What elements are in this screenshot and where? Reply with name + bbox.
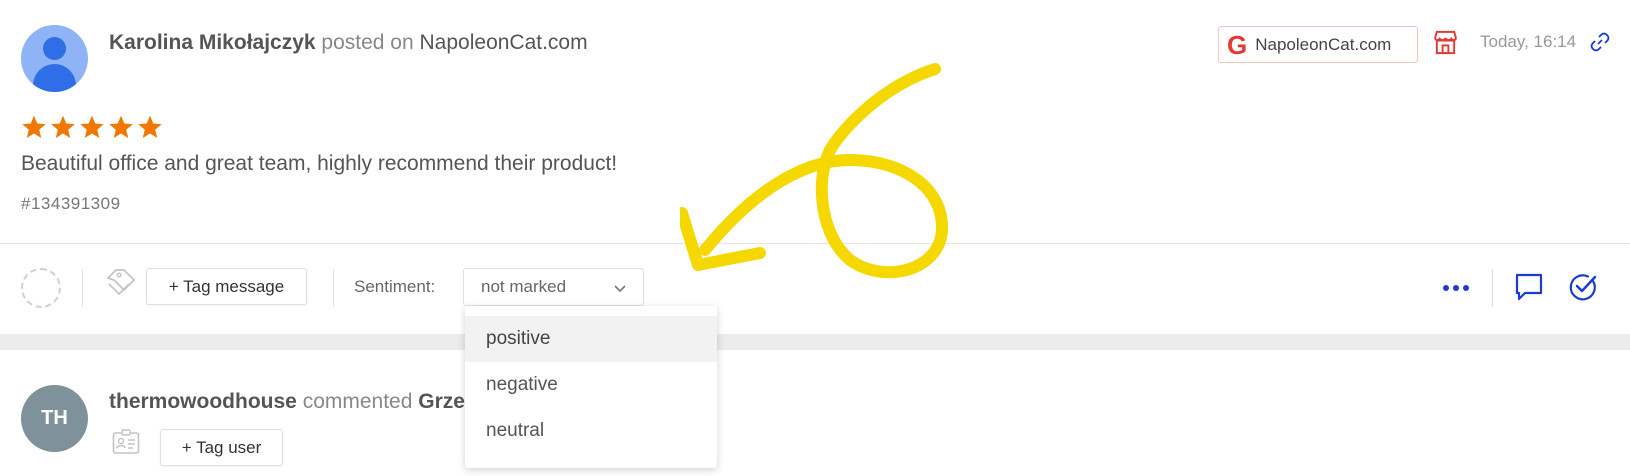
divider	[1492, 269, 1493, 307]
reply-bubble-icon[interactable]	[1514, 272, 1544, 302]
sentiment-dropdown-menu: positive negative neutral	[465, 306, 717, 468]
rating-stars	[21, 114, 163, 140]
sentiment-option-neutral[interactable]: neutral	[465, 408, 717, 454]
star-icon	[22, 115, 46, 139]
avatar-head	[43, 37, 66, 60]
platform-badge-label: NapoleonCat.com	[1255, 34, 1392, 54]
post-action: posted on	[321, 31, 414, 54]
tag-icon[interactable]	[104, 266, 138, 300]
star-icon	[51, 115, 75, 139]
comment-target[interactable]: Grze	[418, 390, 465, 413]
star-icon	[109, 115, 133, 139]
store-icon[interactable]	[1432, 29, 1459, 56]
sentiment-select-value: not marked	[481, 277, 567, 296]
avatar-body	[33, 64, 76, 92]
post-card: Karolina Mikołajczyk posted on NapoleonC…	[0, 0, 1630, 334]
author-name[interactable]: Karolina Mikołajczyk	[109, 31, 316, 54]
review-text: Beautiful office and great team, highly …	[21, 152, 618, 175]
sentiment-select[interactable]: not marked	[463, 268, 644, 306]
google-icon: G	[1227, 29, 1248, 60]
status-circle-icon[interactable]	[21, 268, 61, 308]
star-icon	[80, 115, 104, 139]
contact-card-icon[interactable]	[112, 429, 140, 455]
comment-header: thermowoodhouse commented Grze	[109, 390, 465, 414]
message-id: #134391309	[21, 194, 121, 213]
sentiment-label: Sentiment:	[354, 277, 436, 296]
more-dots-icon[interactable]	[1442, 284, 1470, 292]
check-circle-icon[interactable]	[1568, 272, 1598, 302]
sentiment-option-negative[interactable]: negative	[465, 362, 717, 408]
divider	[333, 269, 334, 307]
post-timestamp: Today, 16:14	[1480, 32, 1577, 51]
comment-action: commented	[302, 390, 413, 413]
star-icon	[138, 115, 162, 139]
divider	[82, 269, 83, 307]
sentiment-option-positive[interactable]: positive	[465, 316, 717, 362]
author-avatar[interactable]	[21, 25, 88, 92]
post-header: Karolina Mikołajczyk posted on NapoleonC…	[109, 31, 588, 55]
card-separator	[0, 334, 1630, 350]
post-target[interactable]: NapoleonCat.com	[420, 31, 588, 54]
tag-user-button[interactable]: + Tag user	[160, 429, 283, 466]
tag-message-button[interactable]: + Tag message	[146, 268, 307, 305]
commenter-name[interactable]: thermowoodhouse	[109, 390, 297, 413]
chevron-down-icon	[614, 285, 626, 293]
commenter-avatar[interactable]: TH	[21, 385, 88, 452]
platform-badge[interactable]: G NapoleonCat.com	[1218, 26, 1418, 63]
link-icon[interactable]	[1590, 32, 1610, 52]
divider	[0, 243, 1630, 244]
